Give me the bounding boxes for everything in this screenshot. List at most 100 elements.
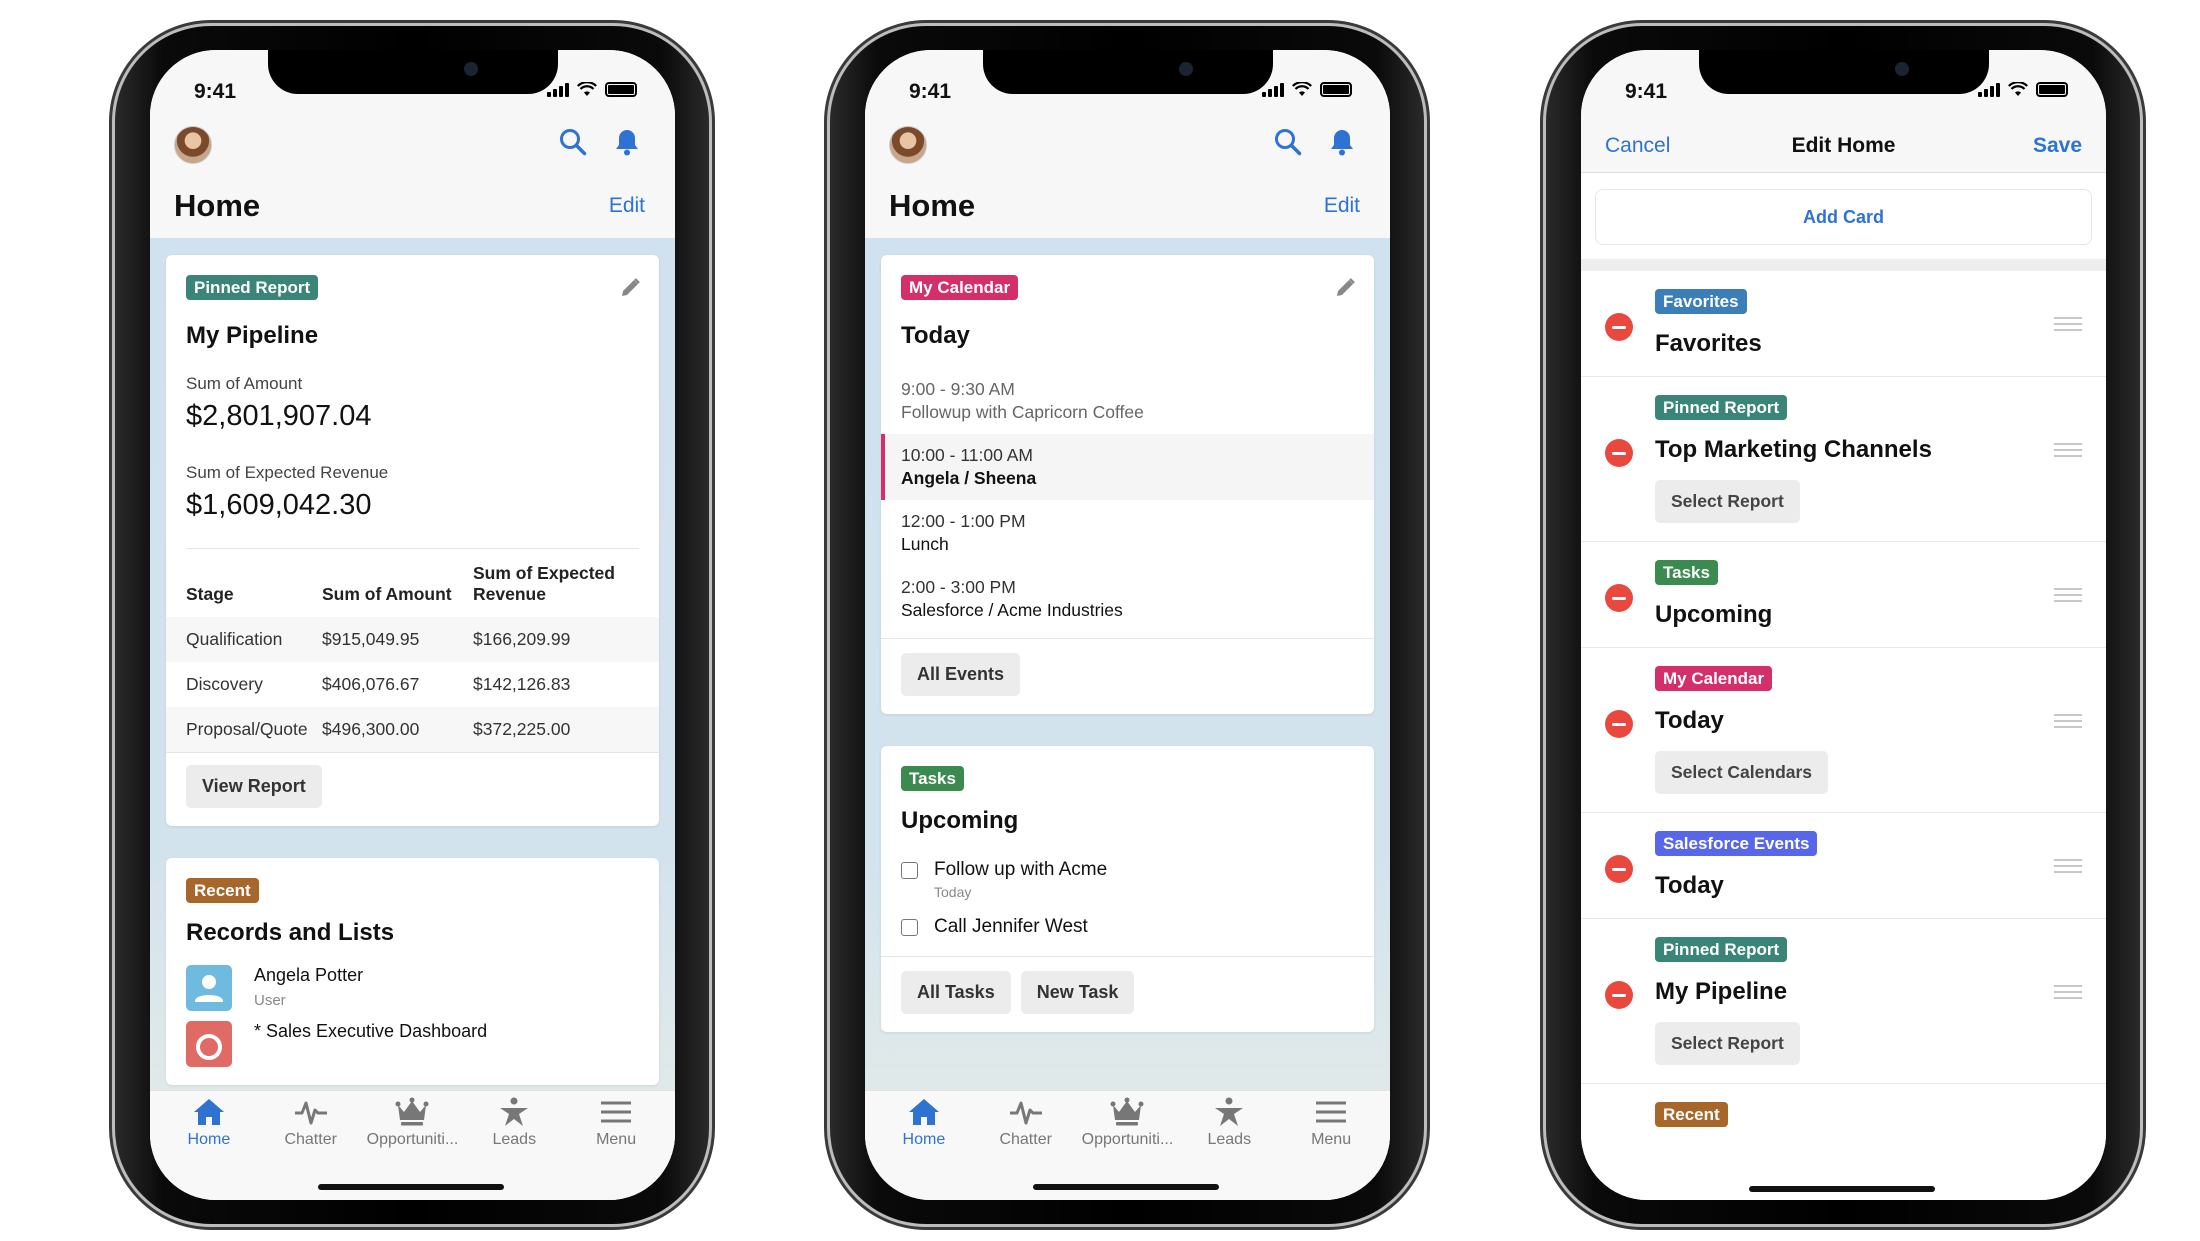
edit-card-row: Pinned Report Top Marketing Channels Sel… [1581, 377, 2106, 542]
signal-icon [1978, 83, 2000, 97]
home-icon [193, 1099, 224, 1125]
tab-home[interactable]: Home [159, 1097, 259, 1200]
card-badge: My Calendar [901, 275, 1019, 300]
task-item[interactable]: Call Jennifer West [901, 910, 1354, 944]
tasks-card: Tasks Upcoming Follow up with Acme Today … [881, 746, 1374, 1032]
tab-menu[interactable]: Menu [566, 1097, 666, 1200]
select-report-button[interactable]: Select Report [1655, 1022, 1800, 1065]
save-button[interactable]: Save [2033, 134, 2082, 158]
status-time: 9:41 [194, 80, 237, 103]
card-title: Upcoming [901, 807, 1019, 834]
drag-handle-icon[interactable] [2054, 317, 2082, 335]
recent-card: Recent Records and Lists Angela Potter Us… [166, 858, 659, 1085]
event-item[interactable]: 12:00 - 1:00 PM Lunch [881, 500, 1374, 566]
phone-edit-home: Cancel Edit Home Save 9:41 Add Card Favo… [1546, 26, 2140, 1224]
event-item[interactable]: 9:00 - 9:30 AM Followup with Capricorn Co… [881, 368, 1374, 434]
page-title: Home [889, 188, 976, 223]
phone-home-calendar: 9:41 Home Edit My Calendar Today 9:00 - … [830, 26, 1424, 1224]
star-person-icon [500, 1097, 529, 1126]
card-badge: Favorites [1655, 289, 1747, 314]
search-icon[interactable] [1274, 128, 1302, 156]
remove-icon[interactable] [1605, 439, 1633, 467]
card-badge: Recent [186, 878, 259, 903]
tab-label: Menu [1311, 1131, 1352, 1148]
remove-icon[interactable] [1605, 981, 1633, 1009]
card-title: Today [1655, 872, 1724, 899]
drag-handle-icon[interactable] [2054, 443, 2082, 461]
tab-label: Home [187, 1131, 231, 1148]
avatar[interactable] [174, 126, 212, 164]
select-calendars-button[interactable]: Select Calendars [1655, 751, 1829, 794]
event-item[interactable]: 2:00 - 3:00 PM Salesforce / Acme Industri… [881, 566, 1374, 632]
tab-menu[interactable]: Menu [1281, 1097, 1381, 1200]
table-row: Qualification $915,049.95 $166,209.99 [166, 617, 659, 662]
sum-amount-value: $2,801,907.04 [186, 400, 372, 432]
all-events-button[interactable]: All Events [901, 653, 1021, 696]
task-checkbox[interactable] [901, 919, 918, 936]
card-title: Records and Lists [186, 919, 395, 946]
page-title: Home [174, 188, 261, 223]
bell-icon[interactable] [1328, 128, 1356, 156]
card-title: Today [1655, 707, 1724, 734]
tab-label: Leads [1207, 1131, 1252, 1148]
tab-label: Opportuniti... [366, 1131, 459, 1148]
tab-label: Opportuniti... [1081, 1131, 1174, 1148]
pencil-icon[interactable] [619, 277, 641, 304]
battery-icon [1320, 82, 1352, 97]
list-item[interactable]: Angela Potter User [186, 965, 639, 1011]
pipeline-table: Stage Sum of Amount Sum of Expected Revenu… [166, 549, 659, 752]
drag-handle-icon[interactable] [2054, 714, 2082, 732]
edit-card-row: My Calendar Today Select Calendars [1581, 648, 2106, 813]
drag-handle-icon[interactable] [2054, 859, 2082, 877]
star-person-icon [1215, 1097, 1244, 1126]
dashboard-icon [186, 1021, 232, 1067]
sum-amount-label: Sum of Amount [186, 374, 303, 393]
user-icon [186, 965, 232, 1011]
card-badge: Salesforce Events [1655, 831, 1818, 856]
sum-expected-value: $1,609,042.30 [186, 489, 372, 521]
edit-card-row: Recent [1581, 1084, 2106, 1145]
pulse-icon [294, 1101, 327, 1125]
new-task-button[interactable]: New Task [1020, 971, 1135, 1014]
status-time: 9:41 [909, 80, 952, 103]
record-name: Angela Potter [254, 965, 364, 985]
card-title: Favorites [1655, 330, 1762, 357]
edit-button[interactable]: Edit [609, 194, 645, 218]
remove-icon[interactable] [1605, 313, 1633, 341]
all-tasks-button[interactable]: All Tasks [901, 971, 1011, 1014]
edit-card-row: Pinned Report My Pipeline Select Report [1581, 919, 2106, 1084]
list-item[interactable]: * Sales Executive Dashboard [186, 1021, 639, 1067]
card-title: My Pipeline [1655, 978, 1788, 1005]
column-header: Sum of Amount [322, 584, 452, 604]
drag-handle-icon[interactable] [2054, 985, 2082, 1003]
remove-icon[interactable] [1605, 855, 1633, 883]
pencil-icon[interactable] [1334, 277, 1356, 304]
sum-expected-label: Sum of Expected Revenue [186, 463, 389, 482]
tab-label: Chatter [999, 1131, 1052, 1148]
event-item-current[interactable]: 10:00 - 11:00 AM Angela / Sheena [881, 434, 1374, 500]
tab-home[interactable]: Home [874, 1097, 974, 1200]
avatar[interactable] [889, 126, 927, 164]
card-badge: Pinned Report [1655, 395, 1788, 420]
search-icon[interactable] [559, 128, 587, 156]
card-badge: Tasks [901, 766, 964, 791]
card-title: Top Marketing Channels [1655, 436, 1932, 463]
drag-handle-icon[interactable] [2054, 588, 2082, 606]
edit-button[interactable]: Edit [1324, 194, 1360, 218]
add-card-button[interactable]: Add Card [1595, 189, 2092, 245]
task-checkbox[interactable] [901, 862, 918, 879]
calendar-card: My Calendar Today 9:00 - 9:30 AM Followup… [881, 255, 1374, 714]
wifi-icon [2008, 82, 2028, 96]
view-report-button[interactable]: View Report [186, 765, 322, 808]
wifi-icon [577, 82, 597, 96]
status-time: 9:41 [1625, 80, 1668, 103]
card-title: Upcoming [1655, 601, 1773, 628]
remove-icon[interactable] [1605, 584, 1633, 612]
bell-icon[interactable] [613, 128, 641, 156]
record-type: User [254, 992, 286, 1009]
select-report-button[interactable]: Select Report [1655, 480, 1800, 523]
card-badge: Pinned Report [1655, 937, 1788, 962]
remove-icon[interactable] [1605, 710, 1633, 738]
record-name: * Sales Executive Dashboard [254, 1021, 488, 1041]
task-item[interactable]: Follow up with Acme Today [901, 853, 1354, 906]
